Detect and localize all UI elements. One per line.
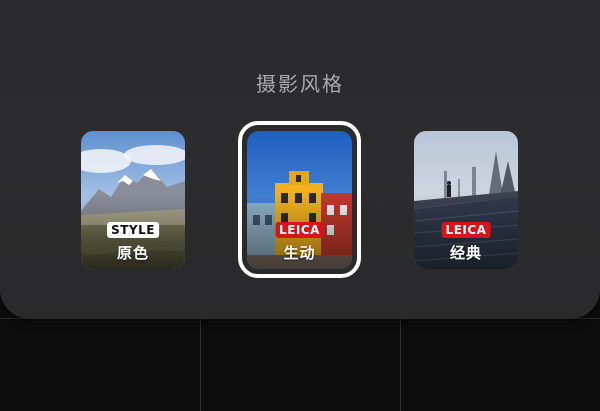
style-badge: STYLE (107, 222, 159, 238)
camera-style-screen: 摄影风格 STYLE 原色 LEICA 生动 LEICA 经典 (0, 0, 600, 411)
style-card-original[interactable]: STYLE 原色 (81, 131, 185, 269)
style-card-classic[interactable]: LEICA 经典 (414, 131, 518, 269)
selected-style-indicator (238, 121, 361, 278)
leica-badge: LEICA (441, 222, 491, 238)
style-label: 经典 (449, 244, 482, 262)
panel-title: 摄影风格 (256, 72, 344, 96)
style-label: 原色 (116, 244, 149, 262)
photo-style-panel: 摄影风格 STYLE 原色 LEICA 生动 LEICA 经典 (0, 0, 600, 319)
